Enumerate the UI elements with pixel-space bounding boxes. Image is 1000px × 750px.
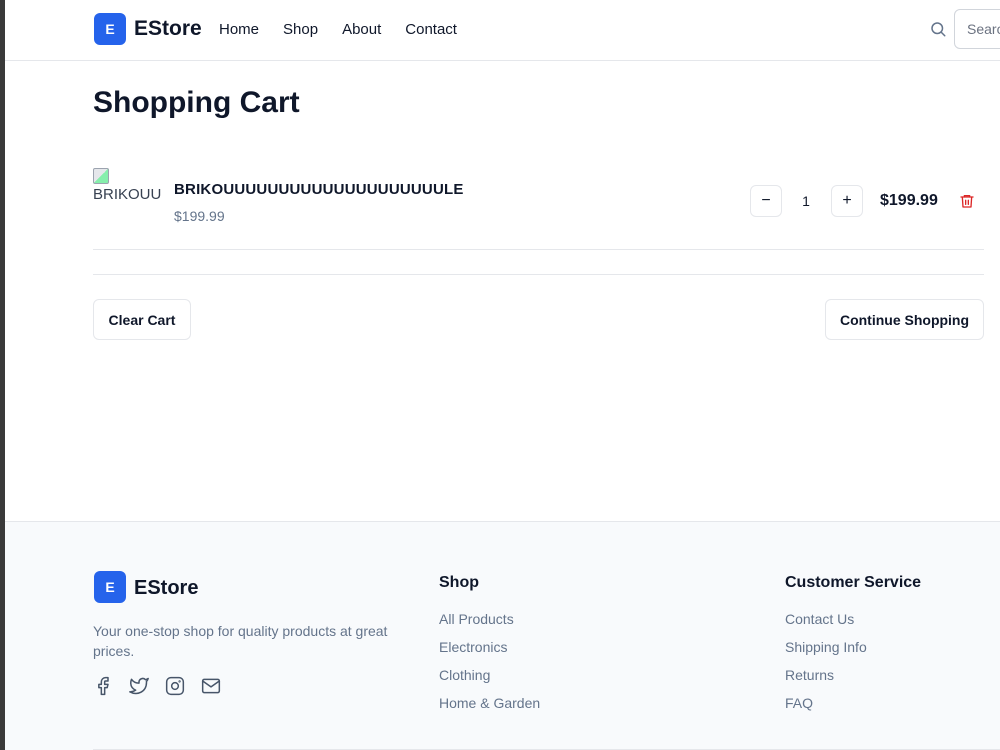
search-icon: [929, 20, 947, 38]
trash-icon[interactable]: [959, 192, 975, 210]
logo-icon[interactable]: E: [94, 13, 126, 45]
site-header: E EStore Home Shop About Contact: [5, 0, 1000, 61]
broken-image-icon: [93, 168, 109, 184]
footer-link-faq[interactable]: FAQ: [785, 694, 921, 713]
brand-name[interactable]: EStore: [134, 17, 202, 41]
footer-link-home-garden[interactable]: Home & Garden: [439, 694, 540, 713]
product-image-alt: BRIKOUU: [93, 186, 162, 203]
cart-divider: [93, 274, 984, 275]
footer-brand-name[interactable]: EStore: [134, 577, 198, 600]
product-price: $199.99: [174, 208, 225, 224]
product-image[interactable]: BRIKOUU: [93, 168, 163, 208]
product-name[interactable]: BRIKOUUUUUUUUUUUUUUUUUUUULE: [174, 181, 464, 198]
main-nav: Home Shop About Contact: [219, 21, 481, 38]
footer-service-column: Customer Service Contact Us Shipping Inf…: [785, 574, 921, 722]
social-links: [93, 676, 221, 696]
footer-link-electronics[interactable]: Electronics: [439, 638, 540, 657]
footer-link-all-products[interactable]: All Products: [439, 610, 540, 629]
mail-icon[interactable]: [201, 676, 221, 696]
page-title: Shopping Cart: [93, 86, 300, 119]
footer-logo-icon[interactable]: E: [94, 571, 126, 603]
nav-shop[interactable]: Shop: [283, 21, 318, 38]
nav-about[interactable]: About: [342, 21, 381, 38]
nav-contact[interactable]: Contact: [405, 21, 457, 38]
increase-quantity-button[interactable]: +: [831, 185, 863, 217]
clear-cart-button[interactable]: Clear Cart: [93, 299, 191, 340]
cart-item: BRIKOUU BRIKOUUUUUUUUUUUUUUUUUUUULE $199…: [93, 160, 984, 250]
facebook-icon[interactable]: [93, 676, 113, 696]
footer-shop-heading: Shop: [439, 574, 479, 591]
twitter-icon[interactable]: [129, 676, 149, 696]
footer-service-heading: Customer Service: [785, 574, 922, 591]
decrease-quantity-button[interactable]: −: [750, 185, 782, 217]
instagram-icon[interactable]: [165, 676, 185, 696]
nav-home[interactable]: Home: [219, 21, 259, 38]
footer-link-shipping-info[interactable]: Shipping Info: [785, 638, 921, 657]
footer-link-clothing[interactable]: Clothing: [439, 666, 540, 685]
footer-link-returns[interactable]: Returns: [785, 666, 921, 685]
footer-link-contact-us[interactable]: Contact Us: [785, 610, 921, 629]
line-total: $199.99: [880, 192, 938, 209]
footer-shop-column: Shop All Products Electronics Clothing H…: [439, 574, 540, 722]
footer-tagline: Your one-stop shop for quality products …: [93, 623, 388, 659]
search-input[interactable]: [954, 9, 1000, 49]
continue-shopping-button[interactable]: Continue Shopping: [825, 299, 984, 340]
site-footer: E EStore Your one-stop shop for quality …: [5, 521, 1000, 750]
quantity-value: 1: [802, 193, 810, 209]
